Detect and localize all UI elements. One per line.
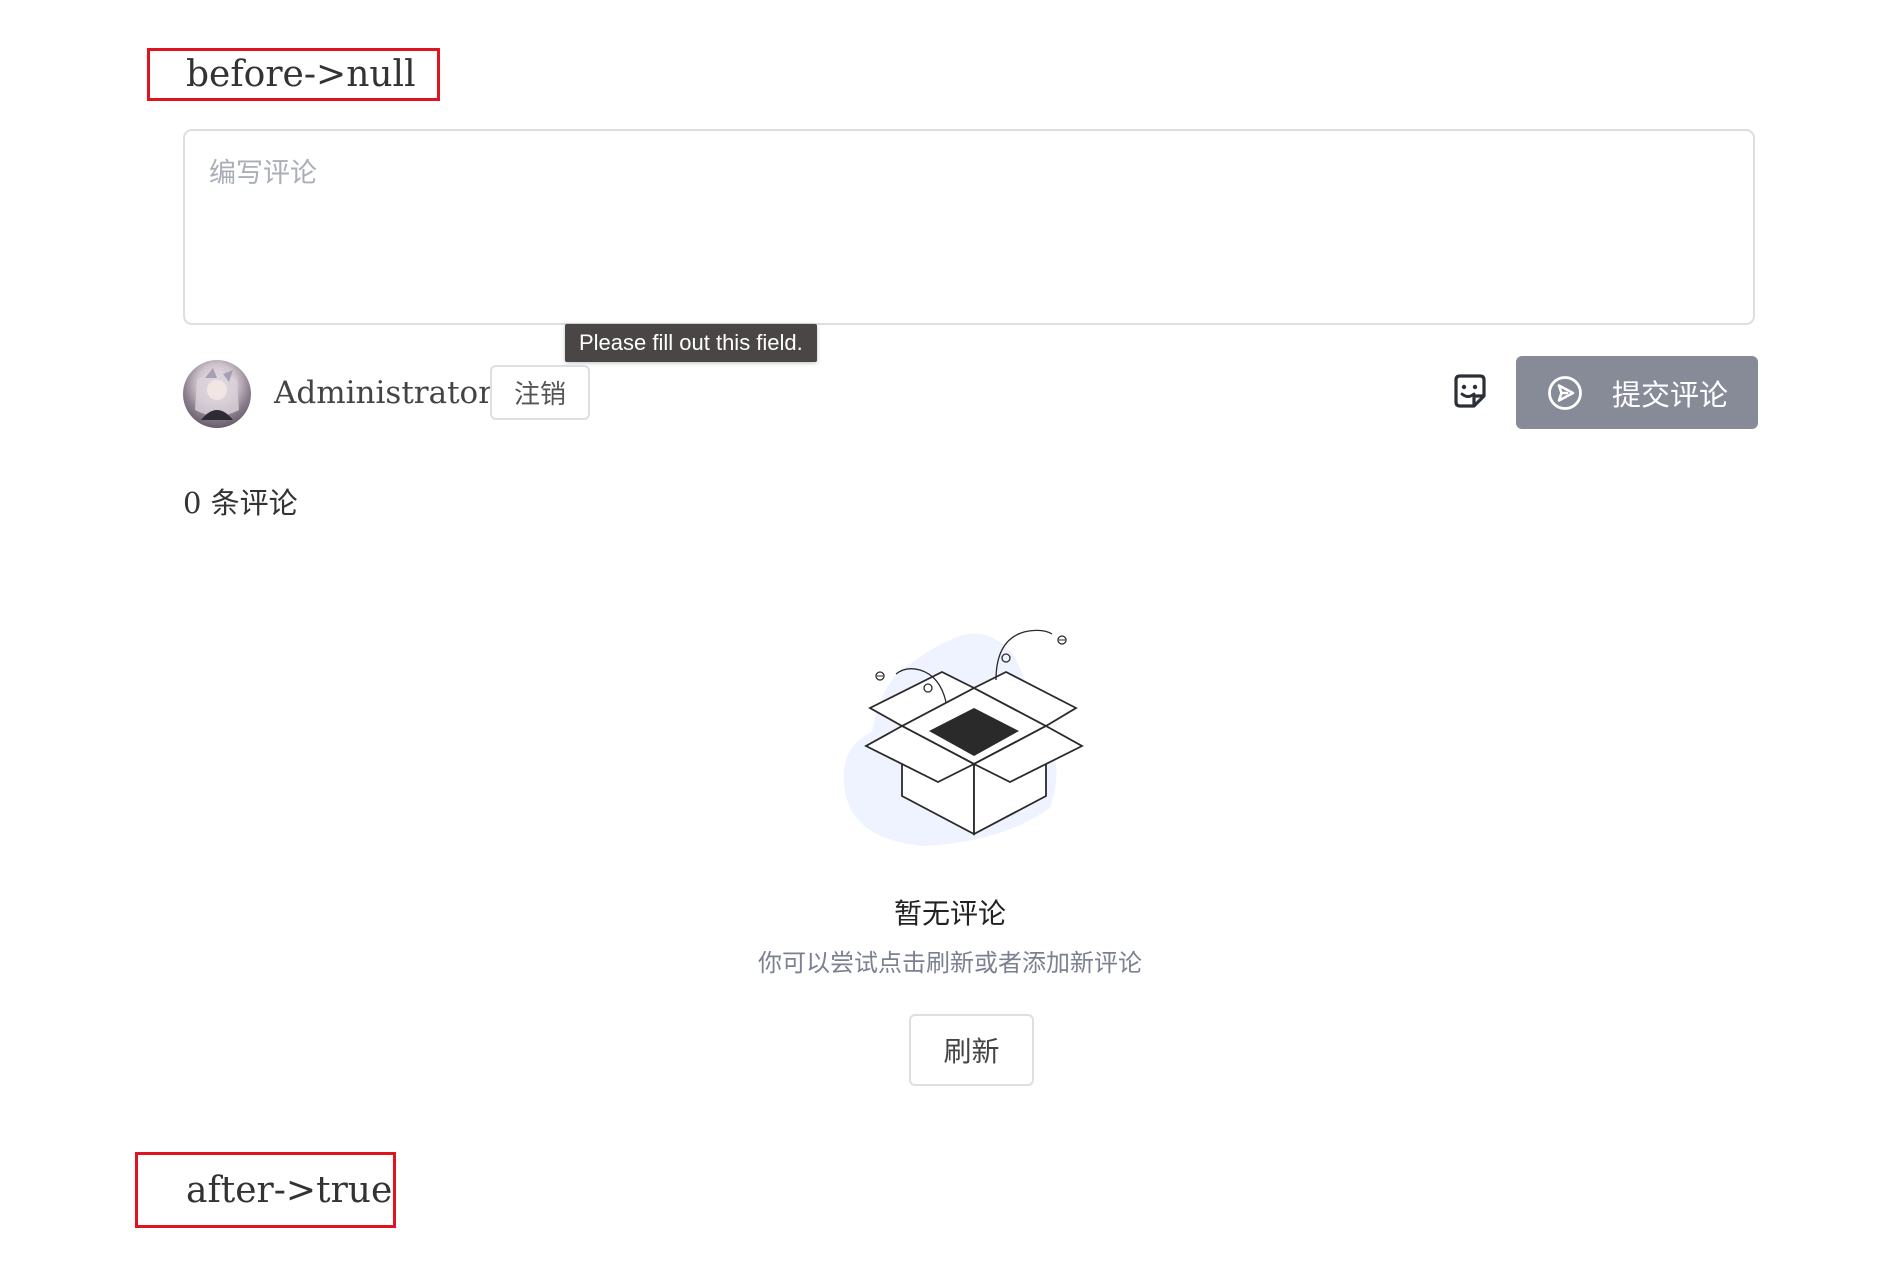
submit-comment-label: 提交评论 bbox=[1611, 377, 1728, 412]
comment-count: 0 条评论 bbox=[183, 486, 298, 520]
annotation-after-text: after->true bbox=[186, 1169, 393, 1211]
empty-box-icon bbox=[836, 620, 1096, 856]
empty-state-title: 暂无评论 bbox=[893, 897, 1006, 930]
submit-comment-button[interactable]: 提交评论 bbox=[1516, 356, 1758, 429]
logout-button[interactable]: 注销 bbox=[490, 365, 590, 420]
empty-state-description: 你可以尝试点击刷新或者添加新评论 bbox=[758, 949, 1142, 977]
annotation-before-box: before->null bbox=[147, 48, 440, 101]
validation-tooltip: Please fill out this field. bbox=[565, 324, 817, 362]
annotation-before-text: before->null bbox=[186, 54, 416, 95]
sticker-icon[interactable] bbox=[1450, 372, 1490, 412]
annotation-after-box: after->true bbox=[135, 1152, 396, 1228]
refresh-button[interactable]: 刷新 bbox=[909, 1014, 1034, 1086]
avatar-image bbox=[195, 368, 239, 420]
username: Administrator bbox=[274, 375, 494, 411]
avatar bbox=[183, 360, 251, 428]
send-circle-icon bbox=[1548, 375, 1582, 410]
comment-placeholder: 编写评论 bbox=[209, 158, 317, 189]
comment-textarea[interactable]: 编写评论 bbox=[183, 129, 1755, 325]
sticker-icon-svg bbox=[1454, 374, 1486, 408]
